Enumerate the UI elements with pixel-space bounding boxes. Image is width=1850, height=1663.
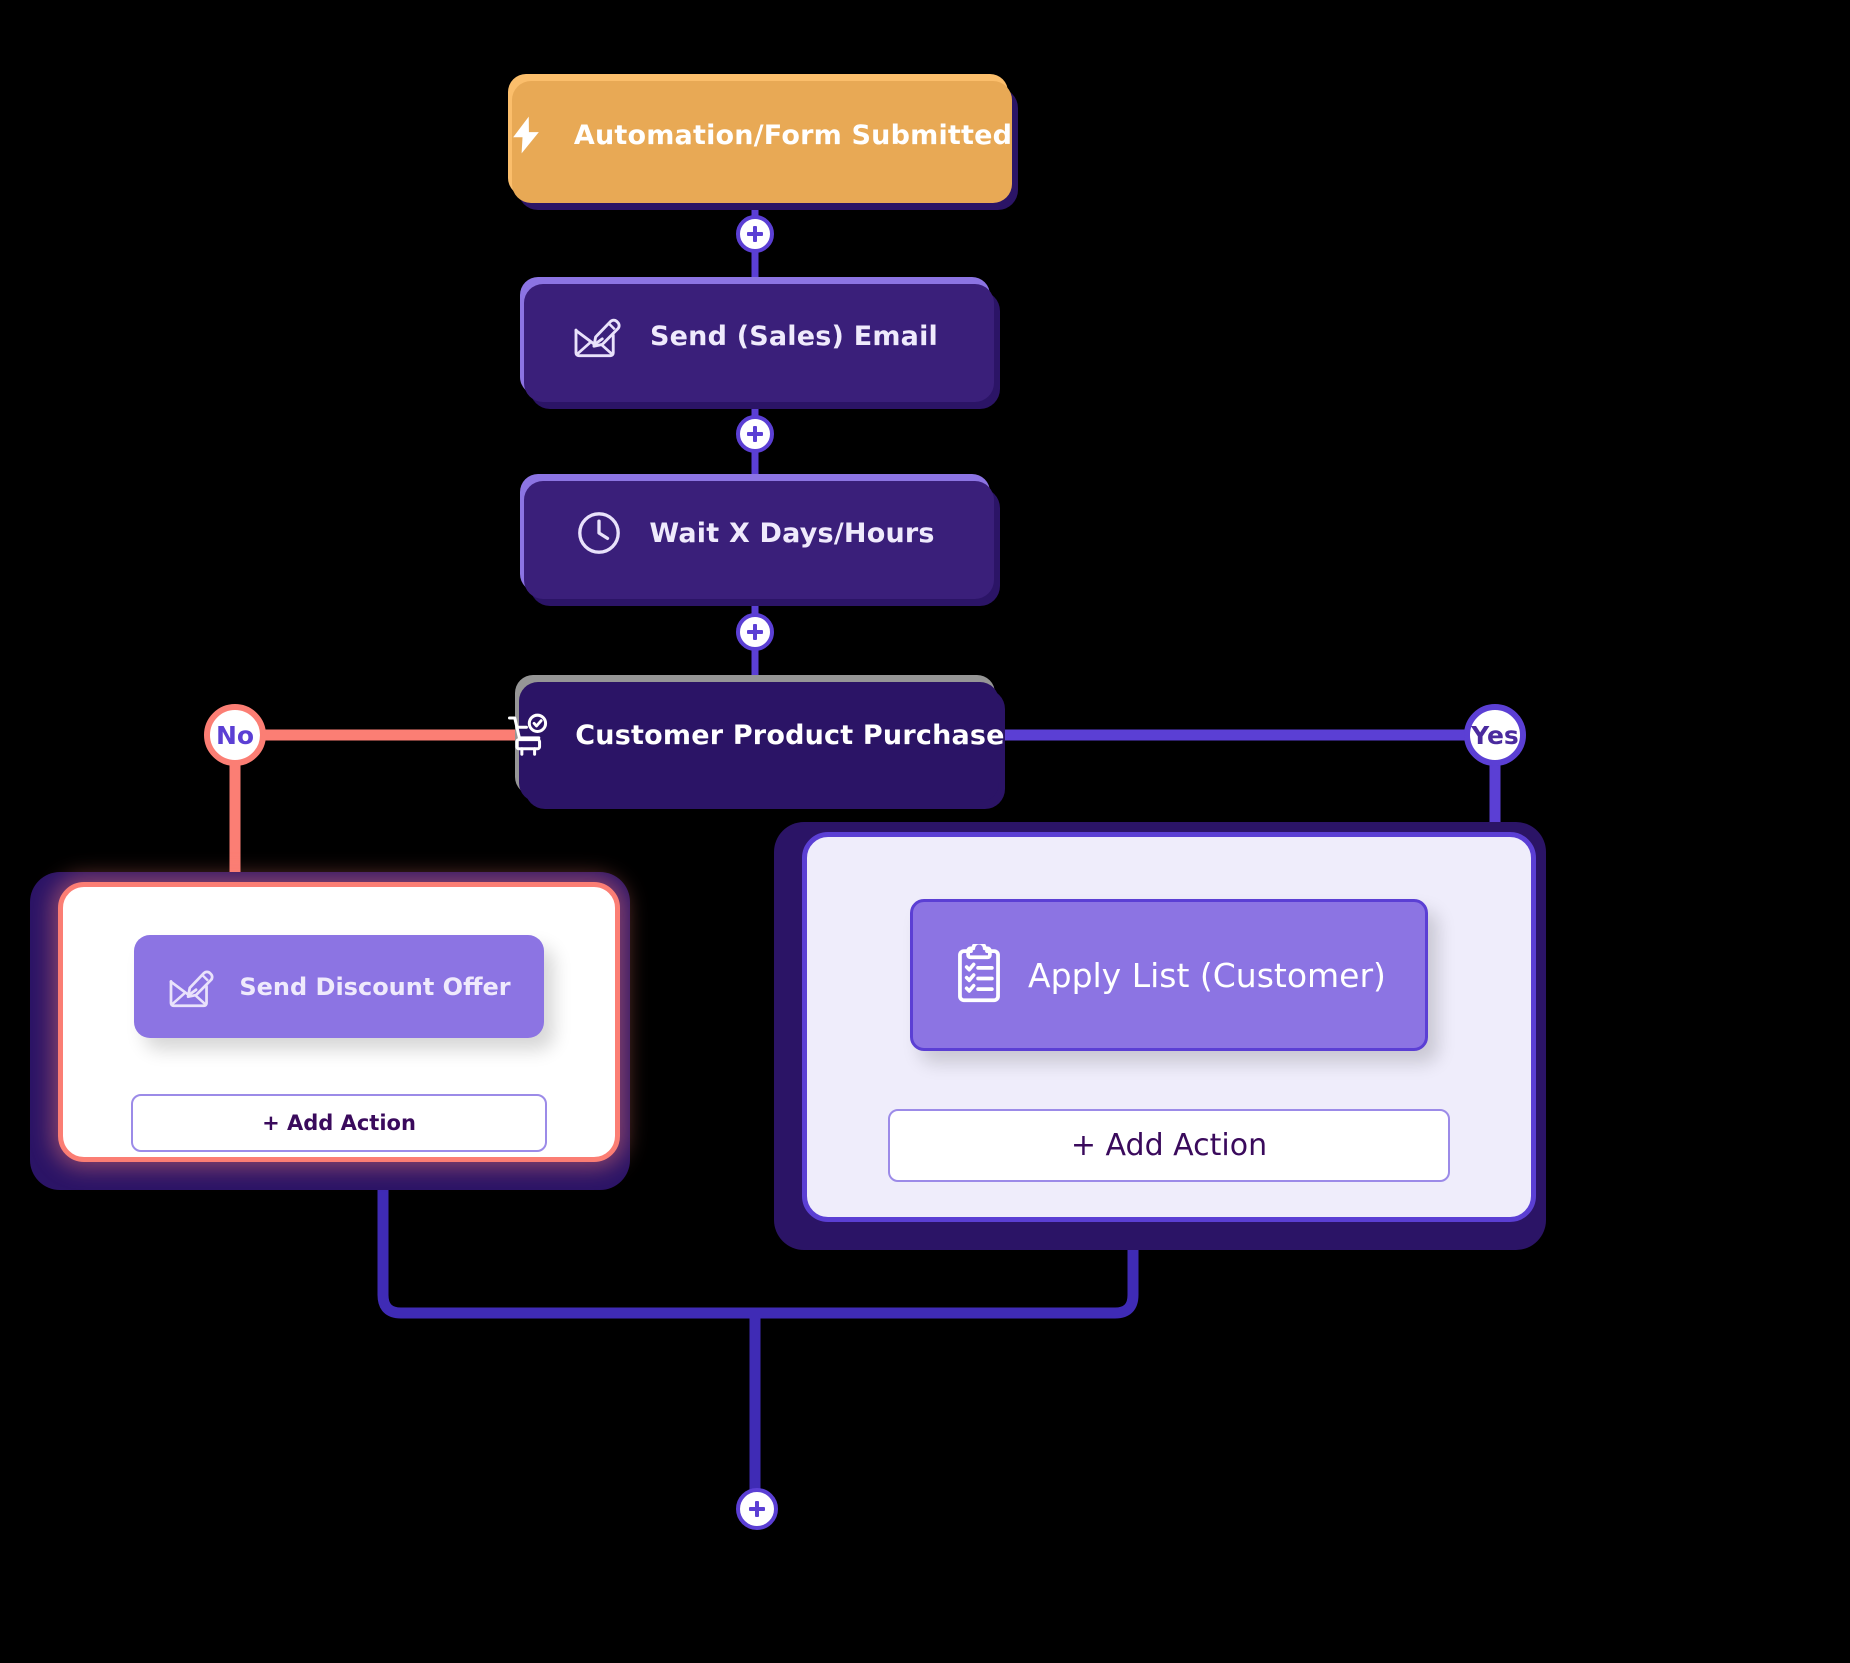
compose-email-icon	[167, 966, 217, 1008]
action-apply-list-label: Apply List (Customer)	[1028, 955, 1386, 995]
add-action-button-no[interactable]: + Add Action	[131, 1094, 547, 1152]
branch-card-no: Send Discount Offer + Add Action	[30, 872, 630, 1190]
node-wait-x-days-hours[interactable]: Wait X Days/Hours	[520, 474, 1000, 606]
plus-connector-wait-condition[interactable]	[736, 613, 774, 651]
plus-connector-merge-bottom[interactable]	[736, 1488, 778, 1530]
action-send-discount-offer-label: Send Discount Offer	[239, 972, 511, 1001]
action-send-discount-offer[interactable]: Send Discount Offer	[134, 935, 544, 1038]
lightning-bolt-icon	[504, 113, 548, 157]
node-wait-label: Wait X Days/Hours	[649, 517, 935, 549]
clock-icon	[575, 509, 623, 557]
node-condition-label: Customer Product Purchase	[575, 719, 1005, 751]
shopping-cart-check-icon	[505, 712, 555, 758]
add-action-button-no-label: + Add Action	[262, 1111, 416, 1135]
node-trigger-automation-form-submitted[interactable]: Automation/Form Submitted	[508, 74, 1018, 210]
node-trigger-label: Automation/Form Submitted	[573, 119, 1013, 151]
node-send-sales-email[interactable]: Send (Sales) Email	[520, 277, 1000, 409]
node-condition-customer-product-purchase[interactable]: Customer Product Purchase	[508, 675, 1005, 809]
plus-connector-trigger-email[interactable]	[736, 215, 774, 253]
compose-email-icon	[572, 314, 624, 358]
plus-icon-vertical	[753, 226, 757, 242]
branch-card-yes-inner: Apply List (Customer) + Add Action	[802, 832, 1536, 1222]
plus-icon-vertical	[753, 624, 757, 640]
branch-card-no-inner: Send Discount Offer + Add Action	[58, 882, 620, 1162]
node-send-sales-email-label: Send (Sales) Email	[650, 320, 938, 352]
action-apply-list-customer[interactable]: Apply List (Customer)	[910, 899, 1428, 1051]
branch-badge-no[interactable]: No	[204, 704, 266, 766]
plus-icon-vertical	[755, 1501, 759, 1517]
branch-badge-no-label: No	[215, 720, 255, 750]
branch-badge-yes[interactable]: Yes	[1464, 704, 1526, 766]
workflow-canvas: Automation/Form Submitted Send (Sales) E…	[0, 0, 1850, 1663]
branch-badge-yes-label: Yes	[1471, 720, 1519, 750]
clipboard-checklist-icon	[952, 944, 1006, 1006]
add-action-button-yes[interactable]: + Add Action	[888, 1109, 1450, 1182]
plus-icon-vertical	[753, 426, 757, 442]
branch-card-yes: Apply List (Customer) + Add Action	[774, 822, 1546, 1250]
add-action-button-yes-label: + Add Action	[1070, 1128, 1268, 1163]
plus-connector-email-wait[interactable]	[736, 415, 774, 453]
